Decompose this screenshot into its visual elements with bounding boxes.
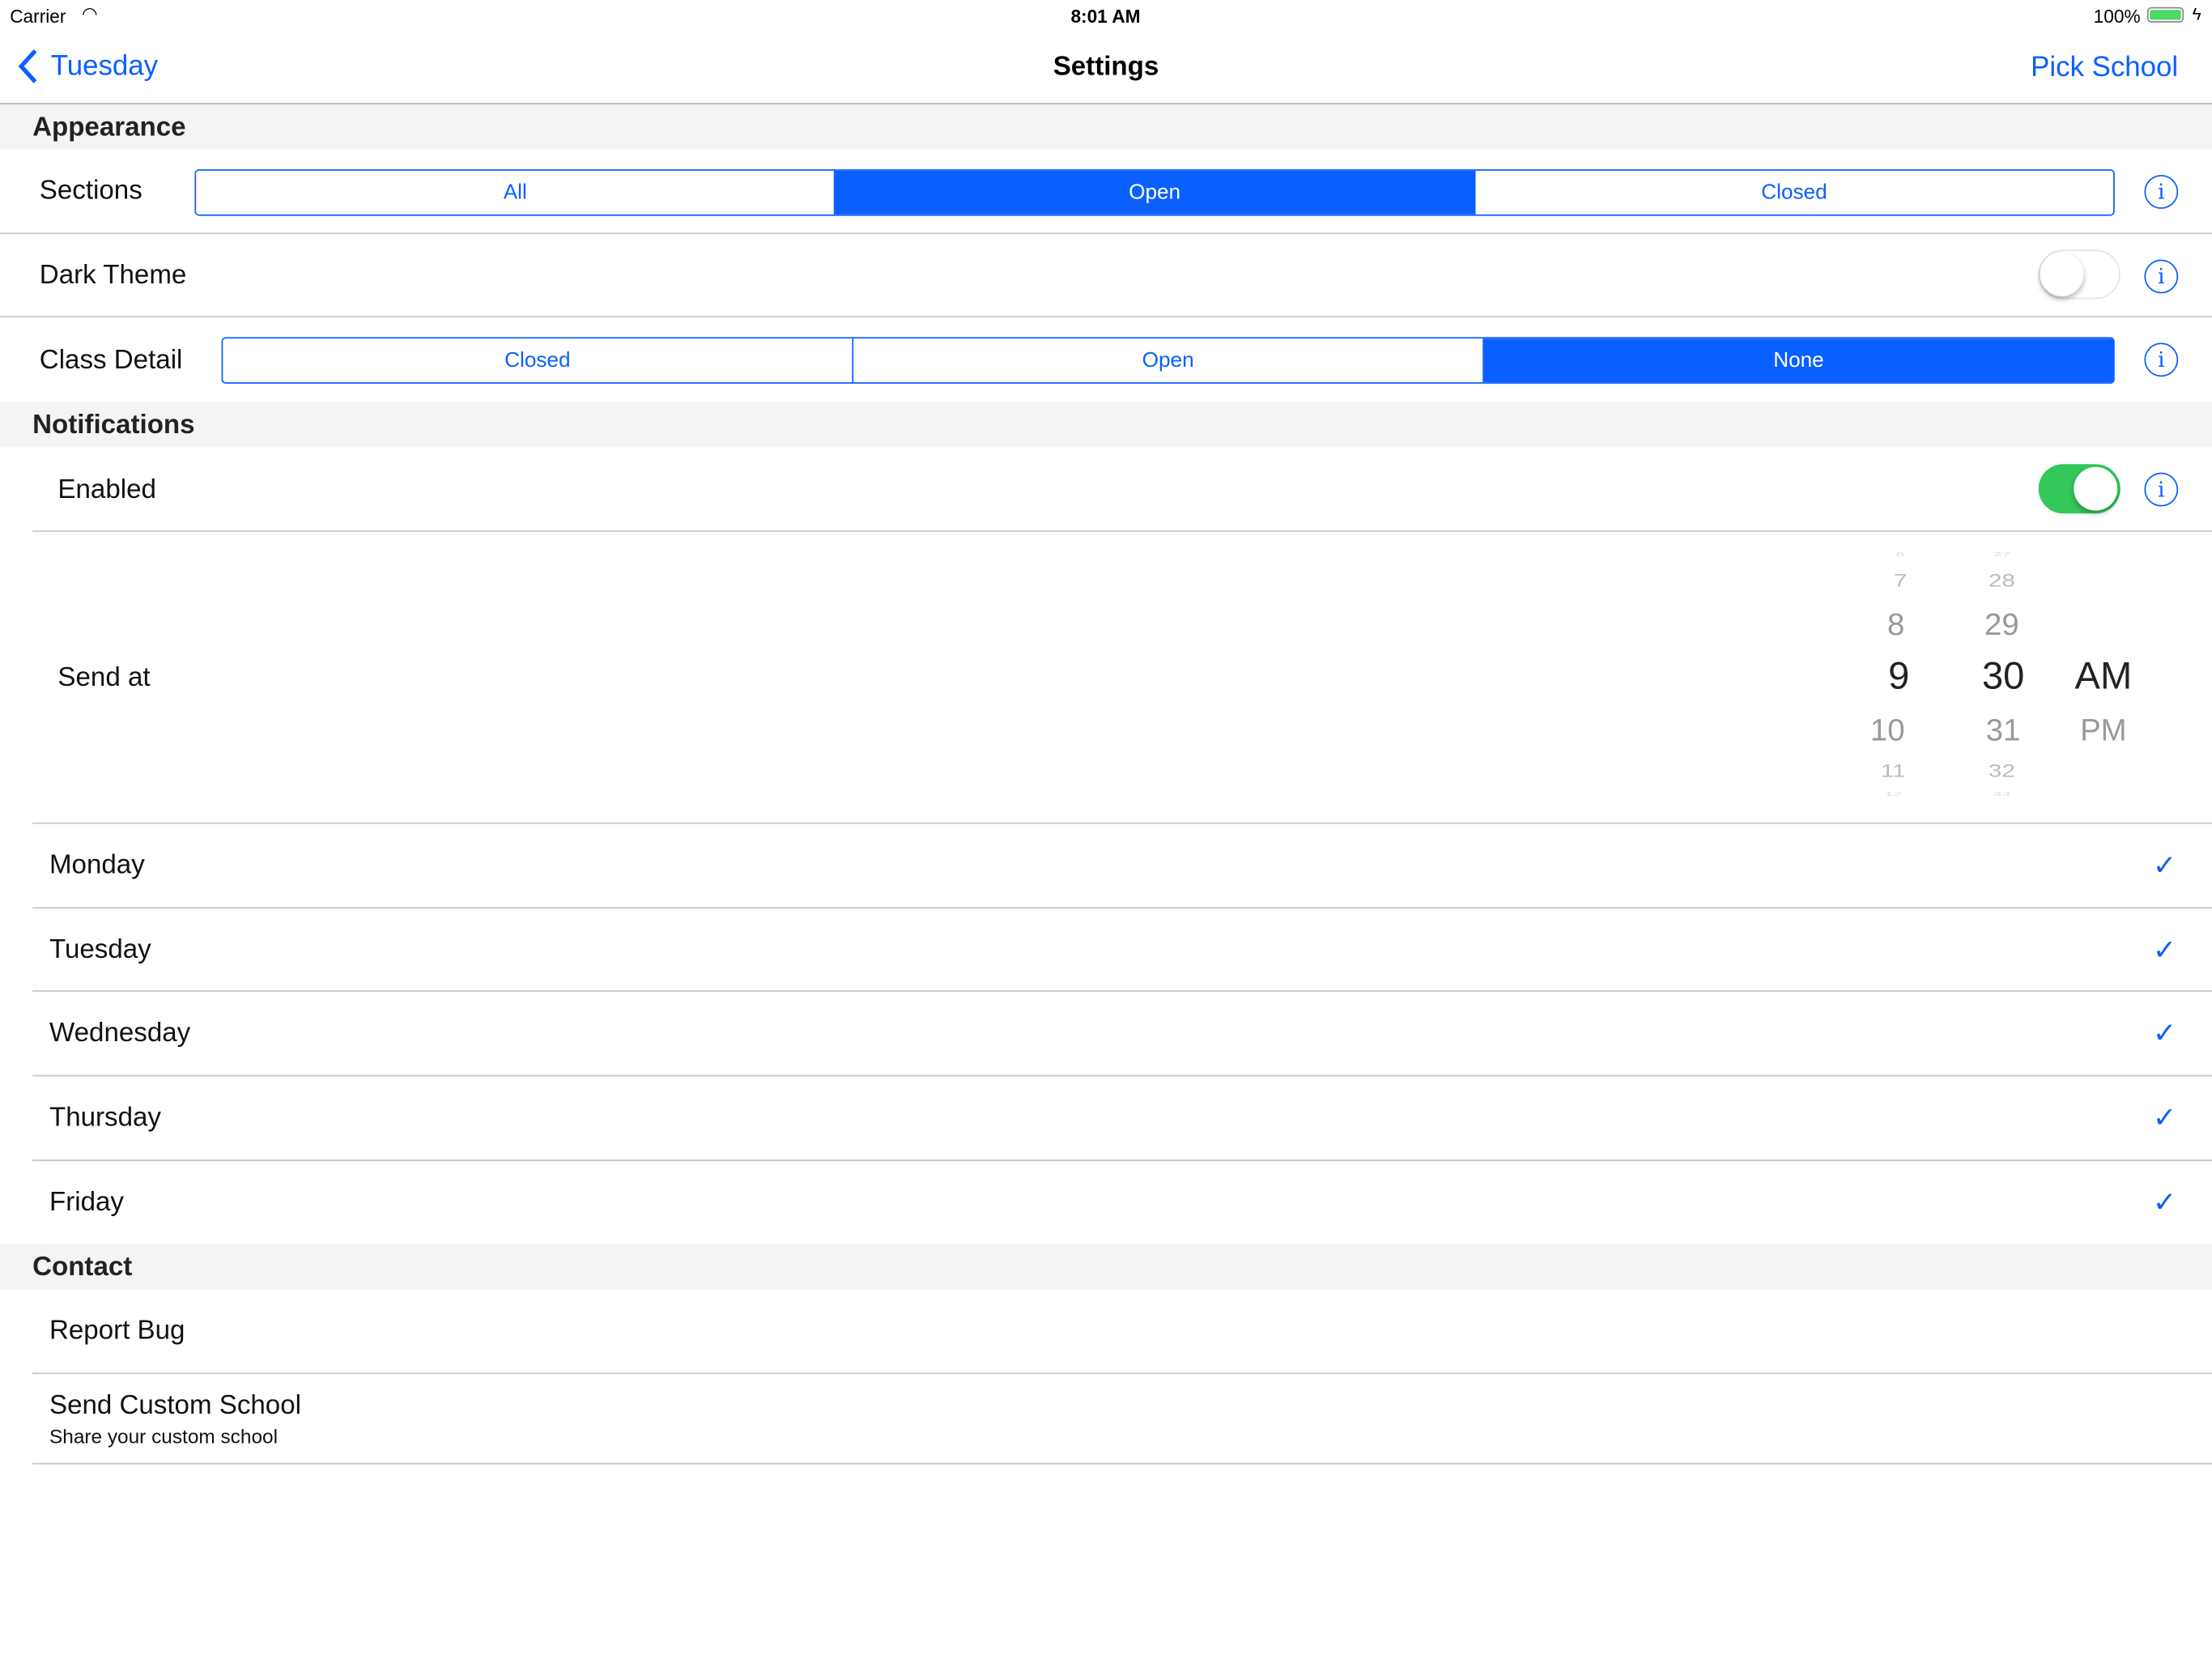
checkmark-icon: ✓ [2152,934,2177,966]
segment-open[interactable]: Open [853,338,1484,383]
contact-header: Contact [0,1244,2212,1290]
segment-none[interactable]: None [1483,338,2114,383]
charging-icon: ϟ [2192,4,2201,24]
send-at-label: Send at [57,662,151,693]
picker-minute[interactable]: 27 [1959,551,2044,558]
day-label: Tuesday [49,934,151,965]
info-icon[interactable]: i [2144,259,2179,294]
navigation-bar: Tuesday Settings Pick School [0,31,2212,104]
picker-period-selected[interactable]: AM [2061,654,2146,698]
picker-hour[interactable]: 6 [1858,551,1943,558]
info-icon[interactable]: i [2144,175,2179,209]
day-label: Wednesday [49,1019,191,1049]
checkmark-icon: ✓ [2152,1103,2177,1135]
picker-period[interactable]: PM [2061,713,2146,749]
notifications-enabled-toggle[interactable] [2038,464,2121,514]
picker-minute[interactable]: 33 [1959,791,2044,798]
picker-minute[interactable]: 31 [1961,713,2046,749]
picker-hour[interactable]: 8 [1853,606,1938,643]
picker-hour[interactable]: 11 [1851,761,1936,782]
segment-closed[interactable]: Closed [223,338,854,383]
day-label: Thursday [49,1103,161,1134]
status-bar: Carrier ◠ 8:01 AM 100% ϟ [0,0,2212,31]
clock: 8:01 AM [1070,5,1141,28]
picker-minute-selected[interactable]: 30 [1961,654,2046,698]
day-row-friday[interactable]: Friday ✓ [0,1161,2212,1244]
picker-hour[interactable]: 7 [1858,571,1943,592]
time-picker[interactable]: 6 7 8 9 10 11 12 27 28 29 30 31 32 33 AM… [1834,543,2172,811]
sections-segmented-control[interactable]: All Open Closed [194,169,2115,216]
notifications-header: Notifications [0,402,2212,448]
picker-minute[interactable]: 29 [1959,606,2044,643]
wifi-icon: ◠ [82,2,98,24]
picker-hour-selected[interactable]: 9 [1857,654,1942,698]
info-icon[interactable]: i [2144,472,2179,507]
section-title: Contact [32,1253,133,1283]
picker-hour[interactable]: 10 [1845,713,1930,749]
day-row-wednesday[interactable]: Wednesday ✓ [0,993,2212,1076]
report-bug-label: Report Bug [49,1316,185,1346]
report-bug-row[interactable]: Report Bug [0,1290,2212,1373]
send-custom-school-subtitle: Share your custom school [49,1424,278,1448]
segment-all[interactable]: All [196,170,836,215]
battery-icon [2146,6,2184,23]
page-title: Settings [1053,52,1159,83]
picker-hour[interactable]: 12 [1851,791,1936,798]
info-icon[interactable]: i [2144,342,2179,377]
day-row-thursday[interactable]: Thursday ✓ [0,1077,2212,1160]
enabled-label: Enabled [57,475,156,505]
send-custom-school-row[interactable]: Send Custom School Share your custom sch… [0,1374,2212,1463]
send-custom-school-title: Send Custom School [49,1390,301,1421]
appearance-header: Appearance [0,104,2212,150]
dark-theme-toggle[interactable] [2038,249,2121,300]
battery-percent: 100% [2093,5,2141,28]
class-detail-label: Class Detail [39,345,183,376]
class-detail-segmented-control[interactable]: Closed Open None [221,337,2115,384]
section-title: Appearance [32,113,186,143]
carrier-label: Carrier [10,5,66,28]
day-label: Friday [49,1187,124,1218]
picker-minute[interactable]: 32 [1959,761,2044,782]
sections-label: Sections [39,176,143,206]
day-row-tuesday[interactable]: Tuesday ✓ [0,908,2212,992]
pick-school-button[interactable]: Pick School [2031,52,2178,84]
section-title: Notifications [32,410,195,440]
segment-closed[interactable]: Closed [1475,171,2113,215]
day-label: Monday [49,850,145,881]
picker-minute[interactable]: 28 [1959,571,2044,592]
checkmark-icon: ✓ [2152,1187,2177,1219]
day-row-monday[interactable]: Monday ✓ [0,824,2212,908]
checkmark-icon: ✓ [2152,1019,2177,1050]
segment-open[interactable]: Open [836,170,1475,215]
dark-theme-label: Dark Theme [39,261,187,291]
checkmark-icon: ✓ [2152,850,2177,882]
